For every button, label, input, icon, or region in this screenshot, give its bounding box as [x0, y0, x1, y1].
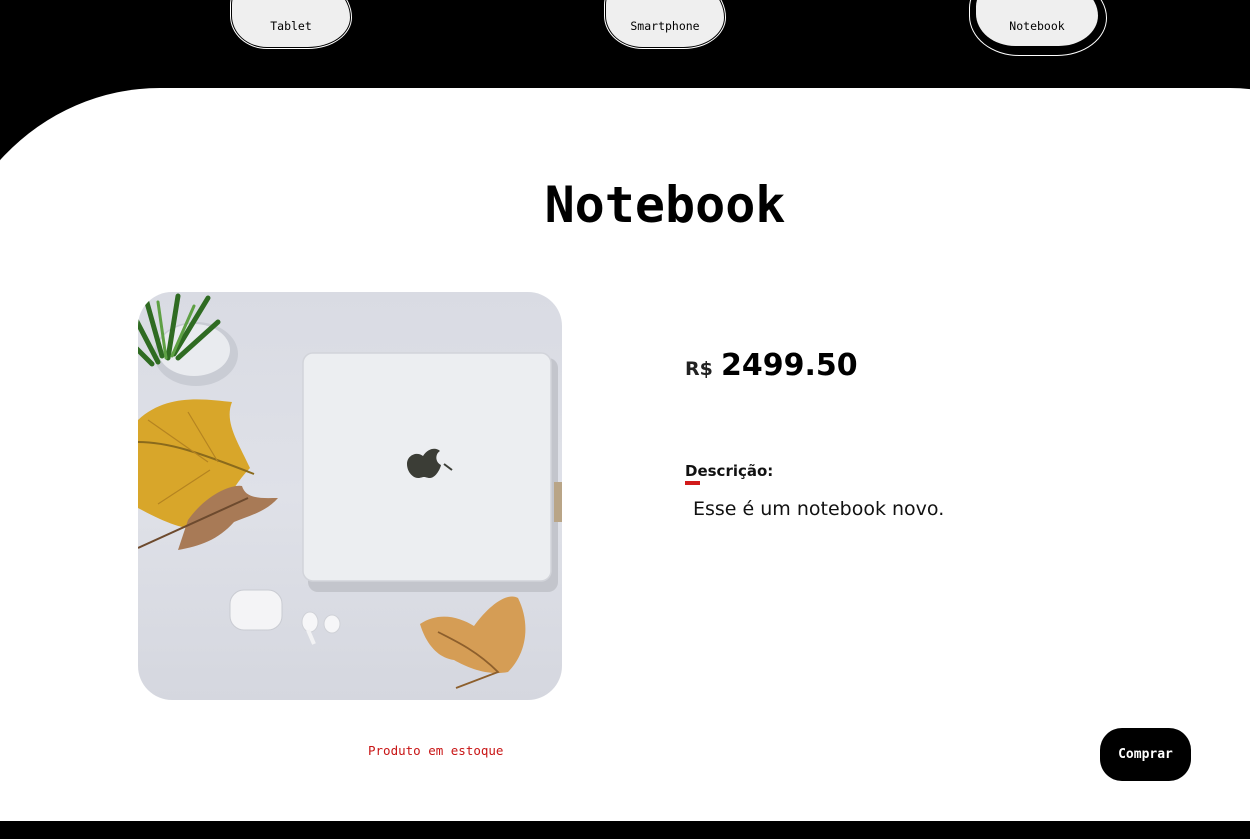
nav-item-label: Tablet — [270, 19, 312, 33]
nav-item-tablet[interactable]: Tablet — [231, 0, 351, 48]
nav-item-notebook[interactable]: Notebook — [976, 0, 1098, 46]
page: Tablet Smartphone Notebook Notebook R$ 2… — [0, 0, 1250, 839]
product-title: Notebook — [544, 176, 786, 234]
buy-button[interactable]: Comprar — [1100, 728, 1191, 781]
description-text: Esse é um notebook novo. — [693, 498, 945, 520]
laptop-photo-icon — [138, 292, 562, 689]
stock-status: Produto em estoque — [368, 743, 504, 758]
product-image — [138, 292, 562, 700]
price-currency: R$ — [685, 358, 713, 380]
nav-item-label: Notebook — [1009, 19, 1065, 33]
product-price: R$ 2499.50 — [685, 348, 858, 383]
description-accent — [685, 481, 700, 485]
nav-item-label: Smartphone — [630, 19, 700, 33]
description-label: Descrição: — [685, 462, 774, 480]
nav-item-smartphone[interactable]: Smartphone — [605, 0, 725, 48]
price-amount: 2499.50 — [720, 348, 858, 383]
